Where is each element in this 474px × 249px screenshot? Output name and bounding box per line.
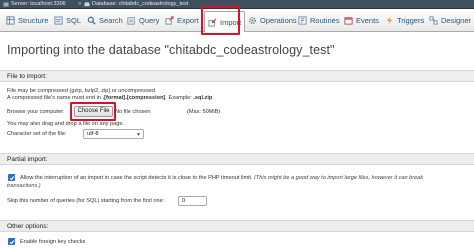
routines-icon [298, 16, 307, 25]
operations-icon [249, 17, 256, 24]
events-icon [344, 17, 353, 25]
tab-sql[interactable]: SQL [51, 12, 84, 29]
query-icon [127, 17, 135, 25]
compression-note-text: File may be compressed (gzip, bzip2, zip… [7, 88, 157, 94]
breadcrumb-database-label: Database: chitabdc_codeastrology_test [92, 1, 189, 7]
tab-search-label: Search [99, 16, 123, 25]
filename-note-suffix: . Example: [165, 95, 194, 101]
charset-select[interactable]: utf-8 ▼ [83, 129, 144, 139]
allow-interrupt-line1: Allow the interruption of an import in c… [20, 175, 423, 181]
tab-query-label: Query [139, 16, 160, 25]
tab-operations-label: Operations [260, 16, 297, 25]
max-size-text: (Max: 50MiB) [187, 109, 221, 115]
other-section-legend: Other options: [7, 223, 49, 230]
breadcrumb-database[interactable]: Database: chitabdc_codeastrology_test [84, 0, 188, 9]
file-section-header: File to import: [0, 70, 474, 82]
filename-note: A compressed file's name must end in .[f… [7, 95, 212, 101]
file-section-legend: File to import: [7, 73, 47, 80]
tab-triggers-label: Triggers [397, 16, 425, 25]
breadcrumb-server-label: Server: localhost:3306 [11, 1, 66, 7]
foreign-key-label: Enable foreign key checks [20, 239, 86, 245]
allow-interrupt-hint-2: transactions.) [7, 183, 41, 189]
compression-note: File may be compressed (gzip, bzip2, zip… [7, 88, 157, 94]
tab-query[interactable]: Query [124, 12, 162, 29]
breadcrumb-separator: » [78, 1, 82, 7]
skip-queries-value: 0 [182, 198, 186, 204]
tab-export[interactable]: Export [162, 12, 202, 29]
partial-section-legend: Partial import: [7, 156, 48, 163]
tab-export-label: Export [177, 16, 199, 25]
browse-label: Browse your computer: [7, 109, 65, 115]
skip-queries-input[interactable]: 0 [178, 196, 207, 206]
no-file-chosen-text: No file chosen [115, 109, 151, 115]
filename-note-prefix: A compressed file's name must end in [7, 95, 103, 101]
database-icon [84, 2, 90, 7]
allow-interrupt-hint-1: (This might be a good way to import larg… [254, 175, 424, 181]
charset-label: Character set of the file: [7, 131, 67, 137]
server-icon [3, 2, 9, 7]
breadcrumb-server[interactable]: Server: localhost:3306 [3, 0, 66, 9]
tab-designer-label: Designer [441, 16, 472, 25]
partial-section-header: Partial import: [0, 153, 474, 165]
tab-designer[interactable]: Designer [426, 12, 474, 29]
triggers-icon [386, 16, 393, 25]
foreign-key-checkbox[interactable] [8, 238, 15, 245]
charset-select-value: utf-8 [87, 131, 99, 137]
filename-note-format: .[format].[compression] [102, 95, 166, 101]
allow-interrupt-checkbox[interactable] [8, 174, 15, 181]
tab-sql-label: SQL [66, 16, 82, 25]
tab-events[interactable]: Events [341, 12, 382, 29]
checkmark-icon [9, 175, 14, 180]
checkmark-icon [9, 239, 14, 244]
filename-note-example: .sql.zip [193, 95, 213, 101]
tab-operations[interactable]: Operations [245, 12, 300, 29]
chevron-down-icon: ▼ [136, 132, 141, 138]
sql-icon [54, 16, 63, 25]
structure-icon [6, 16, 15, 25]
tab-routines[interactable]: Routines [295, 12, 343, 29]
designer-icon [429, 16, 438, 25]
tab-search[interactable]: Search [84, 12, 126, 29]
other-section-header: Other options: [0, 220, 474, 232]
tab-structure-label: Structure [18, 16, 49, 25]
allow-interrupt-text: Allow the interruption of an import in c… [20, 175, 253, 181]
tab-triggers[interactable]: Triggers [382, 12, 427, 29]
tab-events-label: Events [356, 16, 379, 25]
drag-drop-note: You may also drag and drop a file on any… [7, 121, 125, 127]
choose-file-highlight [70, 102, 116, 121]
tab-routines-label: Routines [310, 16, 340, 25]
search-icon [87, 16, 96, 25]
tab-structure[interactable]: Structure [3, 12, 51, 29]
skip-queries-label: Skip this number of queries (for SQL) st… [7, 198, 165, 204]
import-tab-highlight [201, 6, 240, 35]
export-icon [165, 16, 174, 25]
page-title: Importing into the database "chitabdc_co… [7, 43, 335, 57]
